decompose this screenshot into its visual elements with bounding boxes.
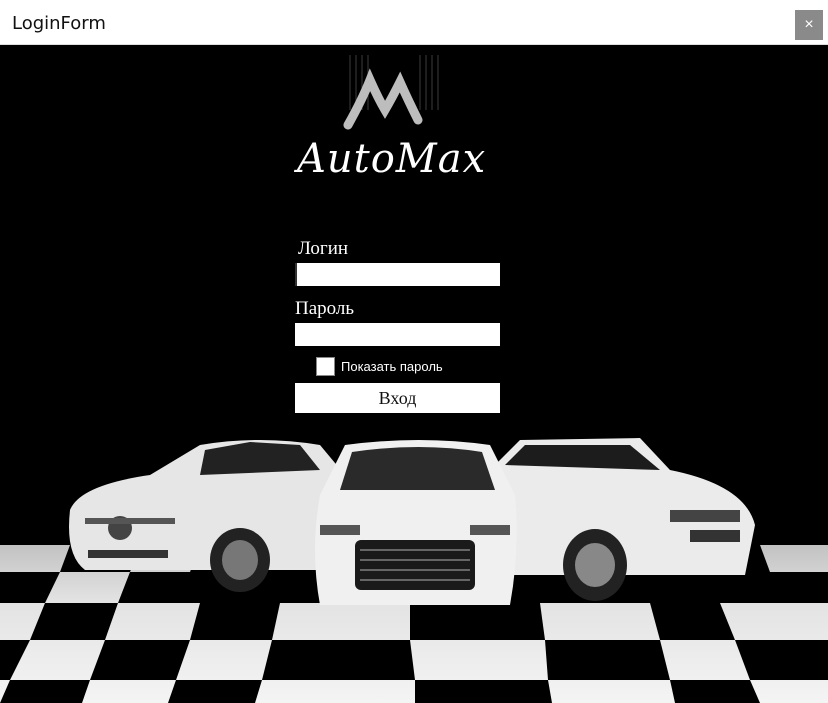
login-button[interactable]: Вход (295, 383, 500, 413)
title-bar: LoginForm × (0, 0, 828, 45)
close-button[interactable]: × (795, 10, 823, 40)
login-input[interactable] (295, 263, 500, 286)
show-password-checkbox[interactable] (316, 357, 335, 376)
window-title: LoginForm (12, 13, 106, 34)
password-label: Пароль (295, 298, 355, 319)
brand-wordmark: AutoMax (297, 136, 487, 182)
password-input[interactable] (295, 323, 500, 346)
login-label: Логин (298, 238, 349, 259)
show-password-label: Показать пароль (341, 359, 443, 374)
cars-illustration (69, 438, 755, 605)
